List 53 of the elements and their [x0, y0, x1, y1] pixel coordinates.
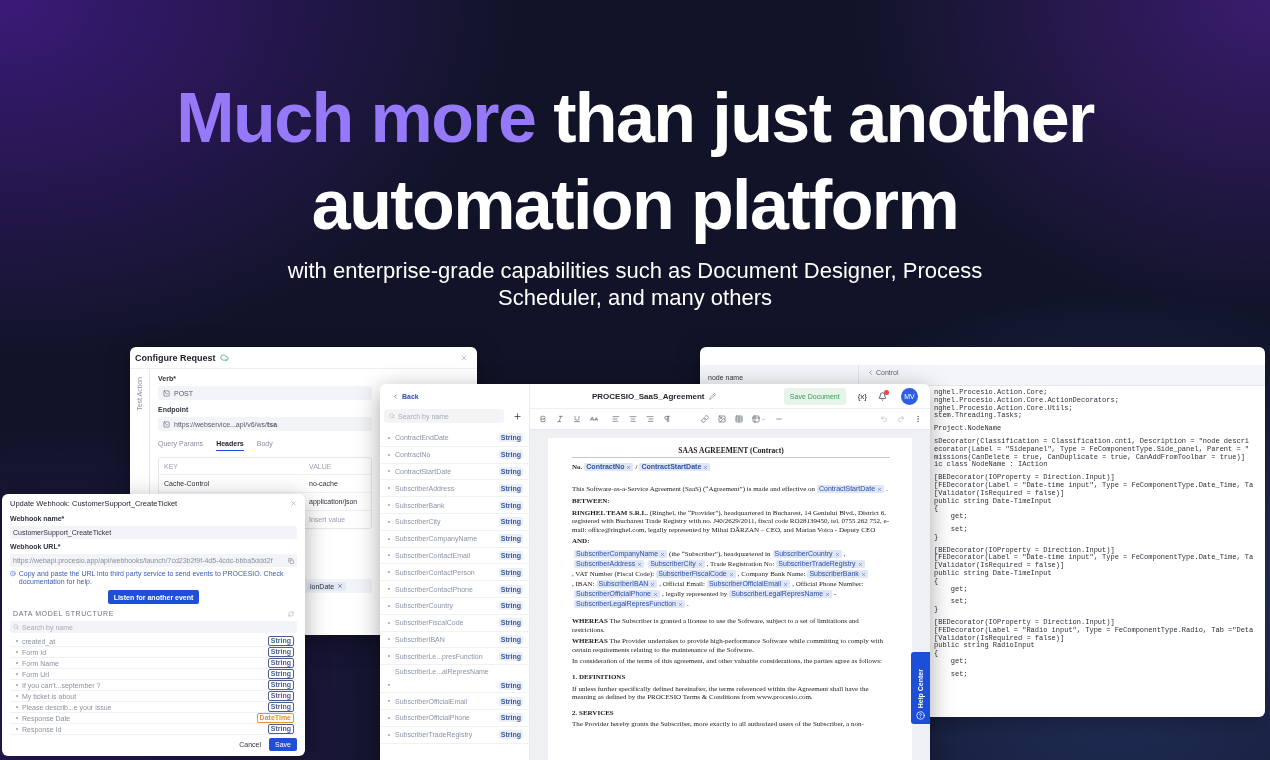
remove-icon[interactable] [626, 464, 632, 470]
chevron-left-icon [867, 369, 874, 376]
notification-badge [884, 389, 889, 395]
align-left-icon[interactable] [612, 415, 620, 423]
remove-icon[interactable] [825, 591, 831, 597]
more-icon[interactable] [914, 415, 922, 423]
remove-icon[interactable] [728, 571, 734, 577]
subtitle: with enterprise-grade capabilities such as Document Designer, Process Scheduler, and many others [286, 257, 984, 311]
pencil-icon[interactable] [708, 392, 716, 400]
chevron-left-icon [392, 392, 399, 400]
remove-icon[interactable] [660, 551, 666, 557]
remove-icon[interactable] [857, 561, 863, 567]
window-title: Configure Request [135, 352, 216, 363]
underline-icon[interactable] [573, 415, 581, 423]
remove-icon[interactable] [652, 591, 658, 597]
redo-icon[interactable] [897, 415, 905, 423]
close-icon[interactable] [290, 499, 297, 507]
remove-icon[interactable] [678, 601, 683, 607]
align-right-icon[interactable] [646, 415, 654, 423]
table-icon[interactable] [735, 415, 743, 423]
table-icon[interactable] [752, 415, 760, 423]
remove-icon[interactable] [650, 581, 656, 587]
variables-button[interactable]: {x} [857, 391, 867, 401]
caret-icon[interactable] [761, 416, 766, 422]
help-icon [916, 711, 925, 720]
remove-icon[interactable] [877, 486, 883, 492]
undo-icon[interactable] [880, 415, 888, 423]
document-title: PROCESIO_SaaS_Agreement [592, 391, 705, 401]
info-icon [10, 570, 16, 577]
bold-icon[interactable] [539, 415, 547, 423]
copy-icon[interactable] [288, 557, 294, 564]
font-size-icon[interactable] [590, 415, 598, 423]
headline: Much more than just another automation platform [176, 78, 1094, 246]
remove-icon[interactable] [637, 561, 643, 567]
align-center-icon[interactable] [629, 415, 637, 423]
italic-icon[interactable] [556, 415, 564, 423]
divider-icon[interactable] [775, 415, 783, 423]
remove-icon[interactable] [860, 571, 866, 577]
link-icon[interactable] [701, 415, 709, 423]
plus-icon[interactable] [513, 411, 522, 421]
pilcrow-icon[interactable] [663, 415, 671, 423]
remove-icon[interactable] [834, 551, 840, 557]
remove-icon[interactable] [337, 583, 344, 589]
refresh-icon[interactable] [288, 610, 294, 617]
remove-icon[interactable] [697, 561, 703, 567]
search-icon [13, 624, 19, 630]
remove-icon[interactable] [783, 581, 789, 587]
cloud-icon [219, 353, 229, 362]
image-icon[interactable] [718, 415, 726, 423]
remove-icon[interactable] [703, 464, 709, 470]
close-icon[interactable] [460, 353, 468, 362]
search-icon [389, 413, 395, 419]
bell-icon[interactable] [878, 391, 887, 401]
